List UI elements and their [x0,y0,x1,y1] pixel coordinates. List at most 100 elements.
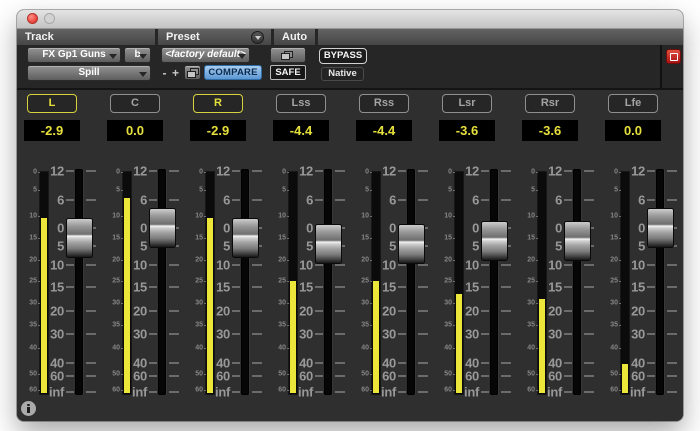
fader-track[interactable] [158,169,166,395]
copy-preset-button[interactable] [184,65,201,80]
fader-handle[interactable] [398,223,425,264]
insert-position-selector[interactable]: b [124,47,151,63]
fader-scale-tick [501,264,511,266]
preset-selector[interactable]: <factory default> [161,47,250,63]
fader-scale-tick [232,199,240,201]
fader-track[interactable] [573,169,581,395]
meter-scale-tick [452,303,455,304]
plugin-selector[interactable]: Spill [27,65,151,81]
track-selector[interactable]: FX Gp1 Guns [27,47,121,63]
fader-track[interactable] [241,169,249,395]
meter-scale-label: 5 [365,186,369,194]
fader-handle[interactable] [232,218,259,259]
meter-scale-label: 5 [614,186,618,194]
compare-button[interactable]: COMPARE [204,65,262,80]
channel-meter [538,172,546,394]
fader-scale-tick [232,264,240,266]
previous-preset-button[interactable]: - [159,66,170,80]
fader-scale-label: 20 [548,303,562,319]
fader-scale-tick [584,362,594,364]
fader-handle[interactable] [564,220,591,261]
channel-select-button[interactable]: L [27,94,77,113]
meter-scale-tick [286,390,289,391]
fader-scale-tick [252,170,262,172]
fader-scale-tick [86,375,96,377]
meter-scale-tick [203,260,206,261]
fader-scale-tick [667,310,677,312]
fader-scale-tick [564,375,572,377]
fader-track[interactable] [656,169,664,395]
fader-scale-label: 15 [133,279,147,295]
fader-handle[interactable] [315,223,342,264]
fader-scale-label: 60 [299,368,313,384]
meter-scale-label: 10 [610,212,618,220]
meter-scale-tick [286,348,289,349]
fader-scale-label: 5 [223,238,230,254]
fader-scale-label: 5 [57,238,64,254]
next-preset-button[interactable]: + [170,66,181,80]
meter-scale-label: 20 [527,256,535,264]
fader-scale-label: 10 [382,257,396,273]
channel-select-button[interactable]: C [110,94,160,113]
bypass-button[interactable]: BYPASS [319,48,367,64]
preset-menu-icon[interactable] [251,30,264,44]
meter-scale-tick [535,238,538,239]
channel-gain-value[interactable]: -3.6 [439,120,495,141]
fader-track[interactable] [75,169,83,395]
close-icon[interactable] [27,13,38,24]
channel-gain-value[interactable]: -2.9 [24,120,80,141]
minimize-icon[interactable] [44,13,55,24]
meter-scale-label: 20 [195,256,203,264]
channel-select-button[interactable]: R [193,94,243,113]
fader-handle[interactable] [66,218,93,259]
fader-scale-tick [232,310,240,312]
fader-scale-label: 0 [555,220,562,236]
fader-scale-label: 12 [133,163,147,179]
channel-meter [289,172,297,394]
fader-scale-tick [66,362,74,364]
fader-track[interactable] [407,169,415,395]
channel-select-button[interactable]: Lsr [442,94,492,113]
fader-track[interactable] [490,169,498,395]
fader-scale-tick [647,310,655,312]
fader-scale-label: 12 [50,163,64,179]
channel-select-button[interactable]: Rss [359,94,409,113]
fader-handle[interactable] [647,208,674,248]
channel-select-button[interactable]: Lss [276,94,326,113]
fader-scale-tick [232,375,240,377]
plugin-window: Track Preset Auto FX Gp1 Guns b Spill <f… [17,10,683,421]
fader-scale-tick [418,375,428,377]
fader-handle[interactable] [149,208,176,248]
channel-gain-value[interactable]: -2.9 [190,120,246,141]
channel-gain-value[interactable]: 0.0 [605,120,661,141]
fader-scale-tick [418,310,428,312]
plugin-target-icon[interactable] [666,49,681,64]
automation-safe-button[interactable]: SAFE [270,65,306,80]
channel-gain-value[interactable]: -4.4 [273,120,329,141]
info-icon[interactable] [21,401,36,416]
fader-scale-tick [501,333,511,335]
fader-scale-label: 15 [465,279,479,295]
fader-scale-tick [232,170,240,172]
meter-scale-tick [120,348,123,349]
fader-scale-tick [418,286,428,288]
channel-select-button[interactable]: Lfe [608,94,658,113]
channel-select-button[interactable]: Rsr [525,94,575,113]
fader-scale-tick [232,362,240,364]
channel-gain-value[interactable]: 0.0 [107,120,163,141]
channel-gain-value[interactable]: -3.6 [522,120,578,141]
meter-scale-tick [535,172,538,173]
automation-mode-button[interactable] [270,47,306,63]
fader-scale-tick [66,286,74,288]
meter-scale-tick [203,238,206,239]
fader-scale-tick [335,362,345,364]
fader-track[interactable] [324,169,332,395]
window-titlebar[interactable] [17,10,683,29]
fader-scale-label: inf [132,384,147,400]
fader-scale-label: 12 [631,163,645,179]
channel-gain-value[interactable]: -4.4 [356,120,412,141]
fader-scale-tick [584,170,594,172]
fader-scale-label: 20 [382,303,396,319]
fader-handle[interactable] [481,220,508,261]
meter-scale-label: 35 [29,321,37,329]
